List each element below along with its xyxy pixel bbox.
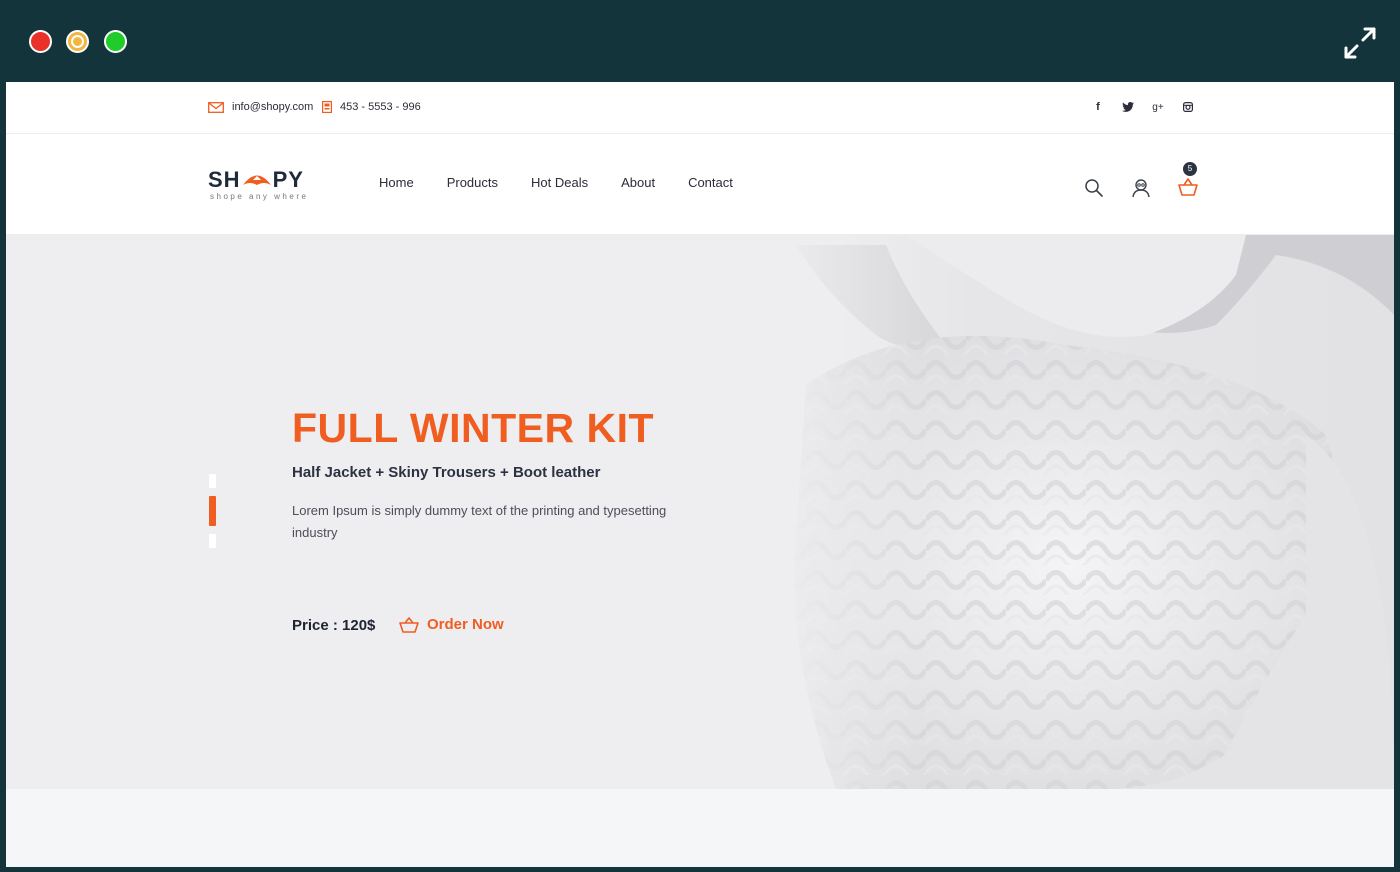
shopy-logo[interactable]: SH PY shope any where (208, 167, 318, 207)
close-window-button[interactable] (29, 30, 52, 53)
phone-contact[interactable]: 453 - 5553 - 996 (322, 101, 421, 113)
order-now-label: Order Now (427, 616, 504, 633)
webpage: info@shopy.com 453 - 5553 - 996 f g+ SH … (6, 82, 1394, 867)
twitter-icon[interactable] (1122, 100, 1134, 114)
phone-text: 453 - 5553 - 996 (340, 101, 421, 113)
slide-indicator-3[interactable] (209, 534, 216, 548)
slide-indicator-2-active[interactable] (209, 496, 216, 526)
cart-count-badge: 5 (1183, 162, 1197, 176)
menu-item-home[interactable]: Home (379, 175, 414, 190)
top-info-bar: info@shopy.com 453 - 5553 - 996 f g+ (6, 82, 1394, 134)
user-icon (1132, 179, 1150, 198)
hero-price: Price : 120$ (292, 617, 376, 634)
hero-description: Lorem Ipsum is simply dummy text of the … (292, 503, 667, 540)
minimize-window-button[interactable] (66, 30, 89, 53)
slide-indicators (209, 474, 217, 556)
search-button[interactable] (1084, 178, 1104, 198)
logo-tagline: shope any where (210, 192, 309, 201)
slide-indicator-1[interactable] (209, 474, 216, 488)
umbrella-logo-icon (242, 175, 271, 185)
next-section (6, 789, 1394, 867)
email-contact[interactable]: info@shopy.com (208, 101, 313, 113)
hero-title: FULL WINTER KIT (292, 405, 655, 451)
order-now-button[interactable]: Order Now (399, 616, 504, 633)
facebook-icon[interactable]: f (1092, 100, 1104, 114)
menu-item-contact[interactable]: Contact (688, 175, 733, 190)
nav-icon-group: 5 (1084, 162, 1198, 198)
main-navbar: SH PY shope any where Home Products Hot … (6, 134, 1394, 235)
phone-icon (322, 101, 332, 113)
logo-text-left: SH (208, 167, 241, 192)
menu-item-hot-deals[interactable]: Hot Deals (531, 175, 588, 190)
google-plus-icon[interactable]: g+ (1152, 100, 1164, 114)
basket-icon (399, 616, 419, 633)
menu-item-products[interactable]: Products (447, 175, 498, 190)
basket-icon (1178, 178, 1198, 196)
hero-subtitle: Half Jacket + Skiny Trousers + Boot leat… (292, 464, 601, 481)
maximize-window-button[interactable] (104, 30, 127, 53)
logo-text-right: PY (272, 167, 304, 192)
account-button[interactable] (1131, 178, 1151, 198)
hero-slider: FULL WINTER KIT Half Jacket + Skiny Trou… (6, 235, 1394, 789)
menu-item-about[interactable]: About (621, 175, 655, 190)
browser-window: info@shopy.com 453 - 5553 - 996 f g+ SH … (0, 0, 1400, 872)
search-icon (1085, 179, 1103, 197)
cart-button[interactable]: 5 (1178, 162, 1198, 198)
main-menu: Home Products Hot Deals About Contact (379, 175, 766, 190)
email-text: info@shopy.com (232, 101, 314, 113)
social-links: f g+ (1092, 100, 1194, 114)
window-chrome (0, 0, 1400, 82)
mail-icon (208, 101, 224, 113)
expand-arrows-icon[interactable] (1342, 25, 1378, 61)
instagram-icon[interactable] (1182, 100, 1194, 114)
